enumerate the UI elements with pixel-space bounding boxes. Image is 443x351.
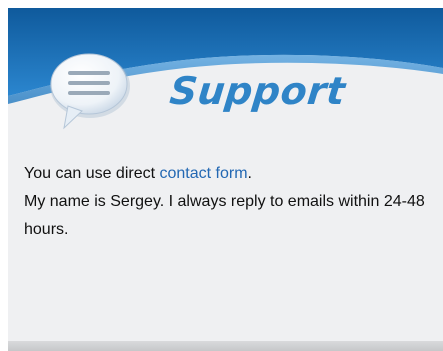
support-panel: Support You can use direct contact form.…	[8, 8, 443, 351]
support-text: You can use direct contact form. My name…	[24, 160, 439, 244]
footer-bar	[8, 341, 443, 351]
contact-line-prefix: You can use direct	[24, 165, 160, 182]
contact-form-link[interactable]: contact form	[160, 165, 248, 182]
reply-time-text: My name is Sergey. I always reply to ema…	[24, 193, 425, 238]
contact-line-suffix: .	[247, 165, 252, 182]
speech-bubble-icon	[50, 53, 130, 130]
page-title: Support	[167, 69, 348, 113]
contact-line: You can use direct contact form.	[24, 160, 439, 188]
